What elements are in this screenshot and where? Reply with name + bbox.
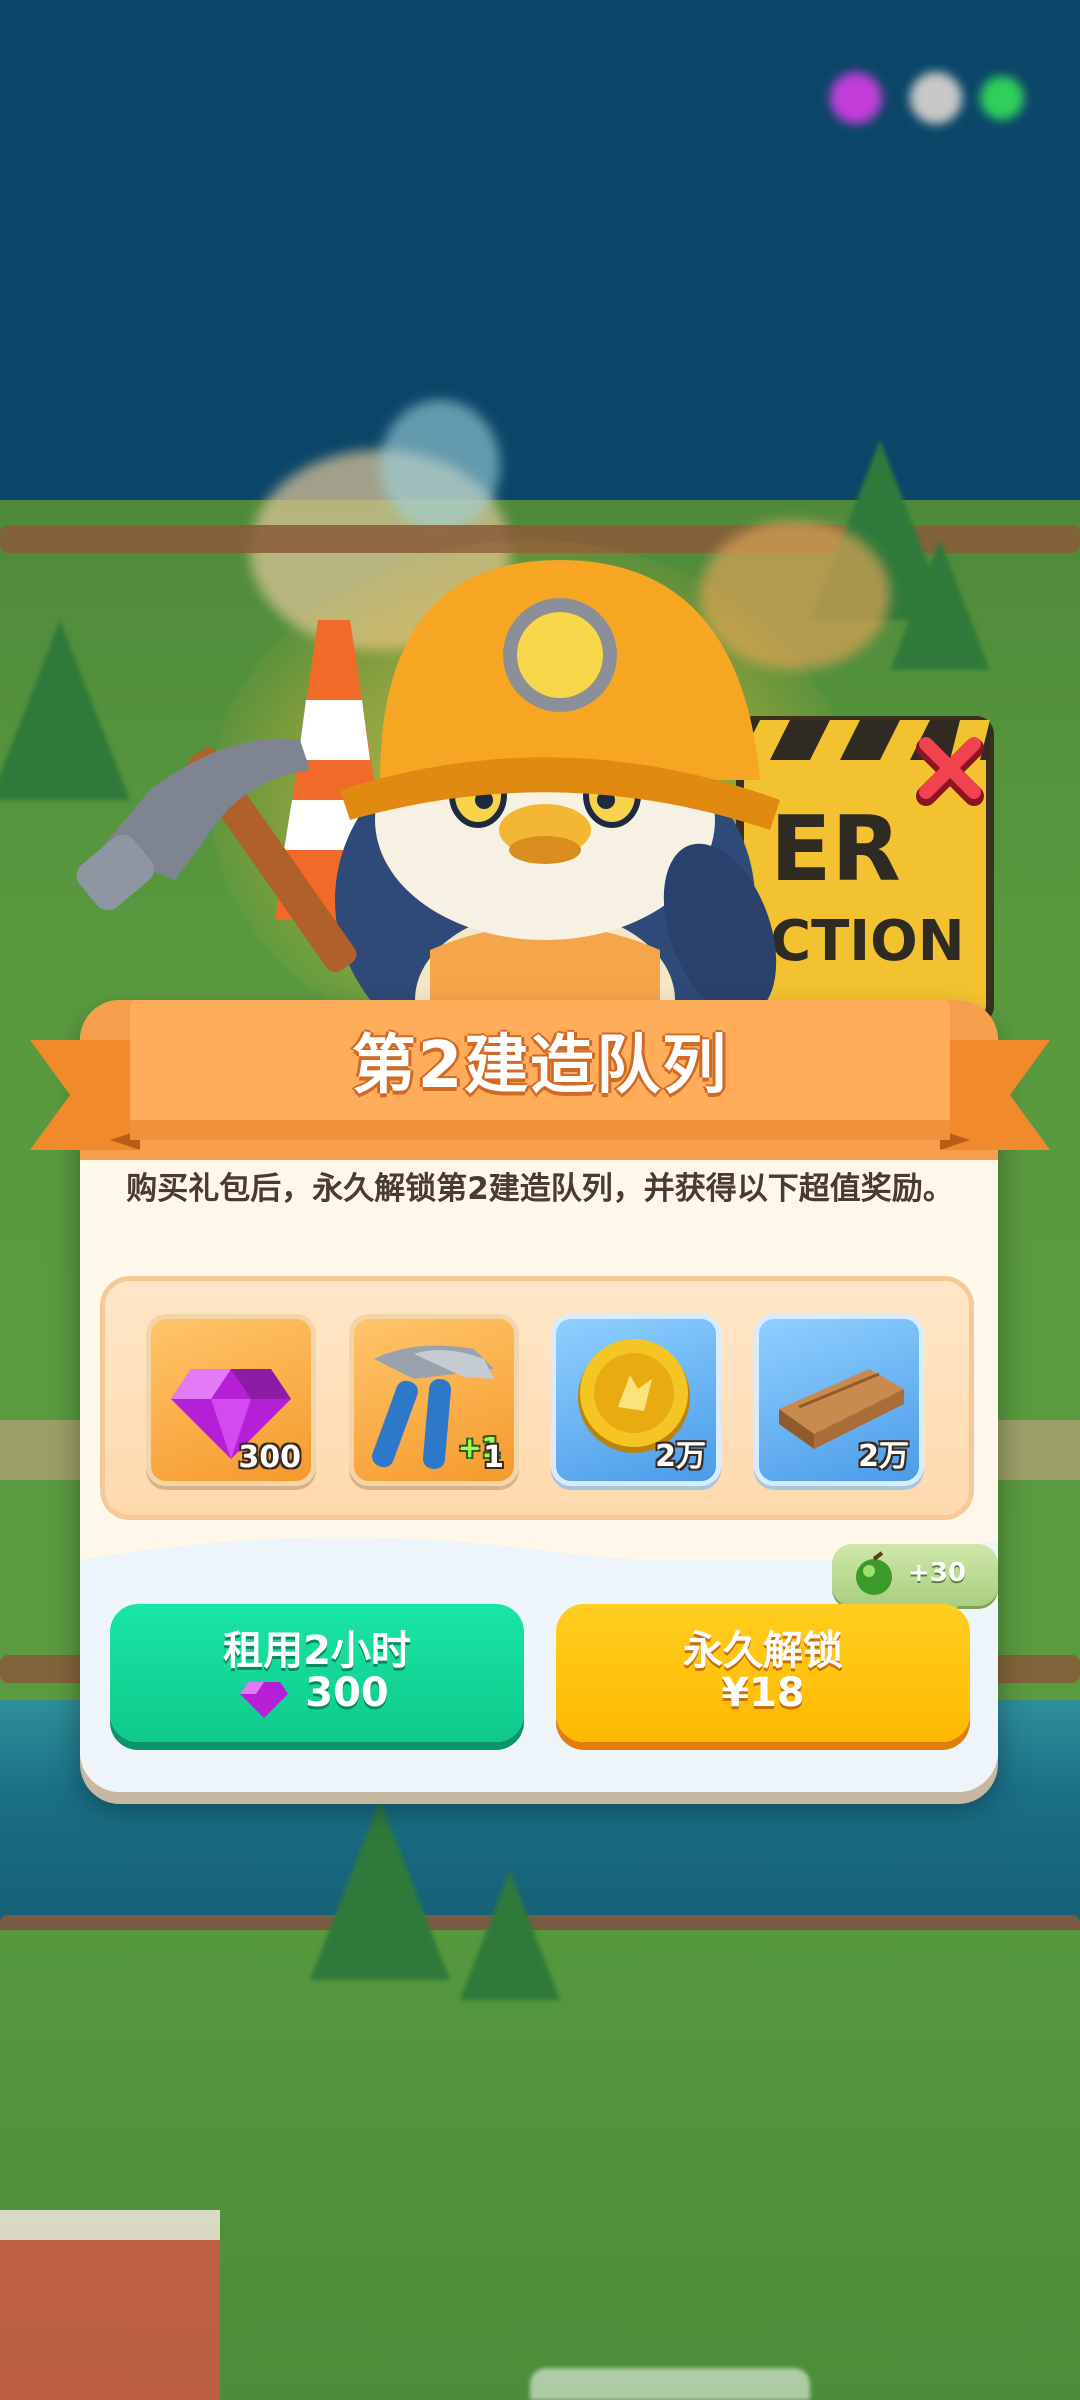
sign-text: CTION <box>770 909 965 974</box>
unlock-button-label: 永久解锁 <box>683 1628 843 1674</box>
rent-button-label: 租用2小时 <box>223 1628 411 1674</box>
header-illustration: ER CTION <box>0 0 1080 1100</box>
dialog-description: 购买礼包后，永久解锁第2建造队列，并获得以下超值奖励。 <box>126 1171 954 1207</box>
rent-cost: 300 <box>305 1670 389 1716</box>
unlock-price: ¥18 <box>721 1670 805 1716</box>
rent-2-hours-button[interactable]: 租用2小时 300 <box>110 1604 524 1742</box>
bonus-tag-text: +30 <box>908 1558 966 1588</box>
reward-item-wood[interactable]: 2万 <box>754 1314 924 1486</box>
reward-count: 2万 <box>858 1439 909 1474</box>
sign-text: ER <box>770 797 901 902</box>
green-orb-icon <box>856 1551 892 1595</box>
reward-count: 300 <box>238 1440 301 1475</box>
background-house <box>0 2210 220 2400</box>
close-button[interactable] <box>912 730 992 810</box>
hard-hat-icon <box>340 560 780 830</box>
dialog-title: 第2建造队列 <box>351 1029 729 1103</box>
permanent-unlock-button[interactable]: 永久解锁 ¥18 <box>556 1604 970 1742</box>
close-x-icon <box>916 737 984 806</box>
reward-item-hammer[interactable]: +1 1 <box>349 1314 519 1486</box>
reward-item-gem[interactable]: 300 <box>146 1314 316 1486</box>
bottom-handle <box>530 2368 810 2400</box>
reward-count: 1 <box>483 1440 504 1475</box>
reward-count: 2万 <box>655 1439 706 1474</box>
background-tree <box>460 1870 560 2000</box>
reward-item-coin[interactable]: 2万 <box>551 1314 721 1486</box>
background-tree <box>310 1800 450 1980</box>
